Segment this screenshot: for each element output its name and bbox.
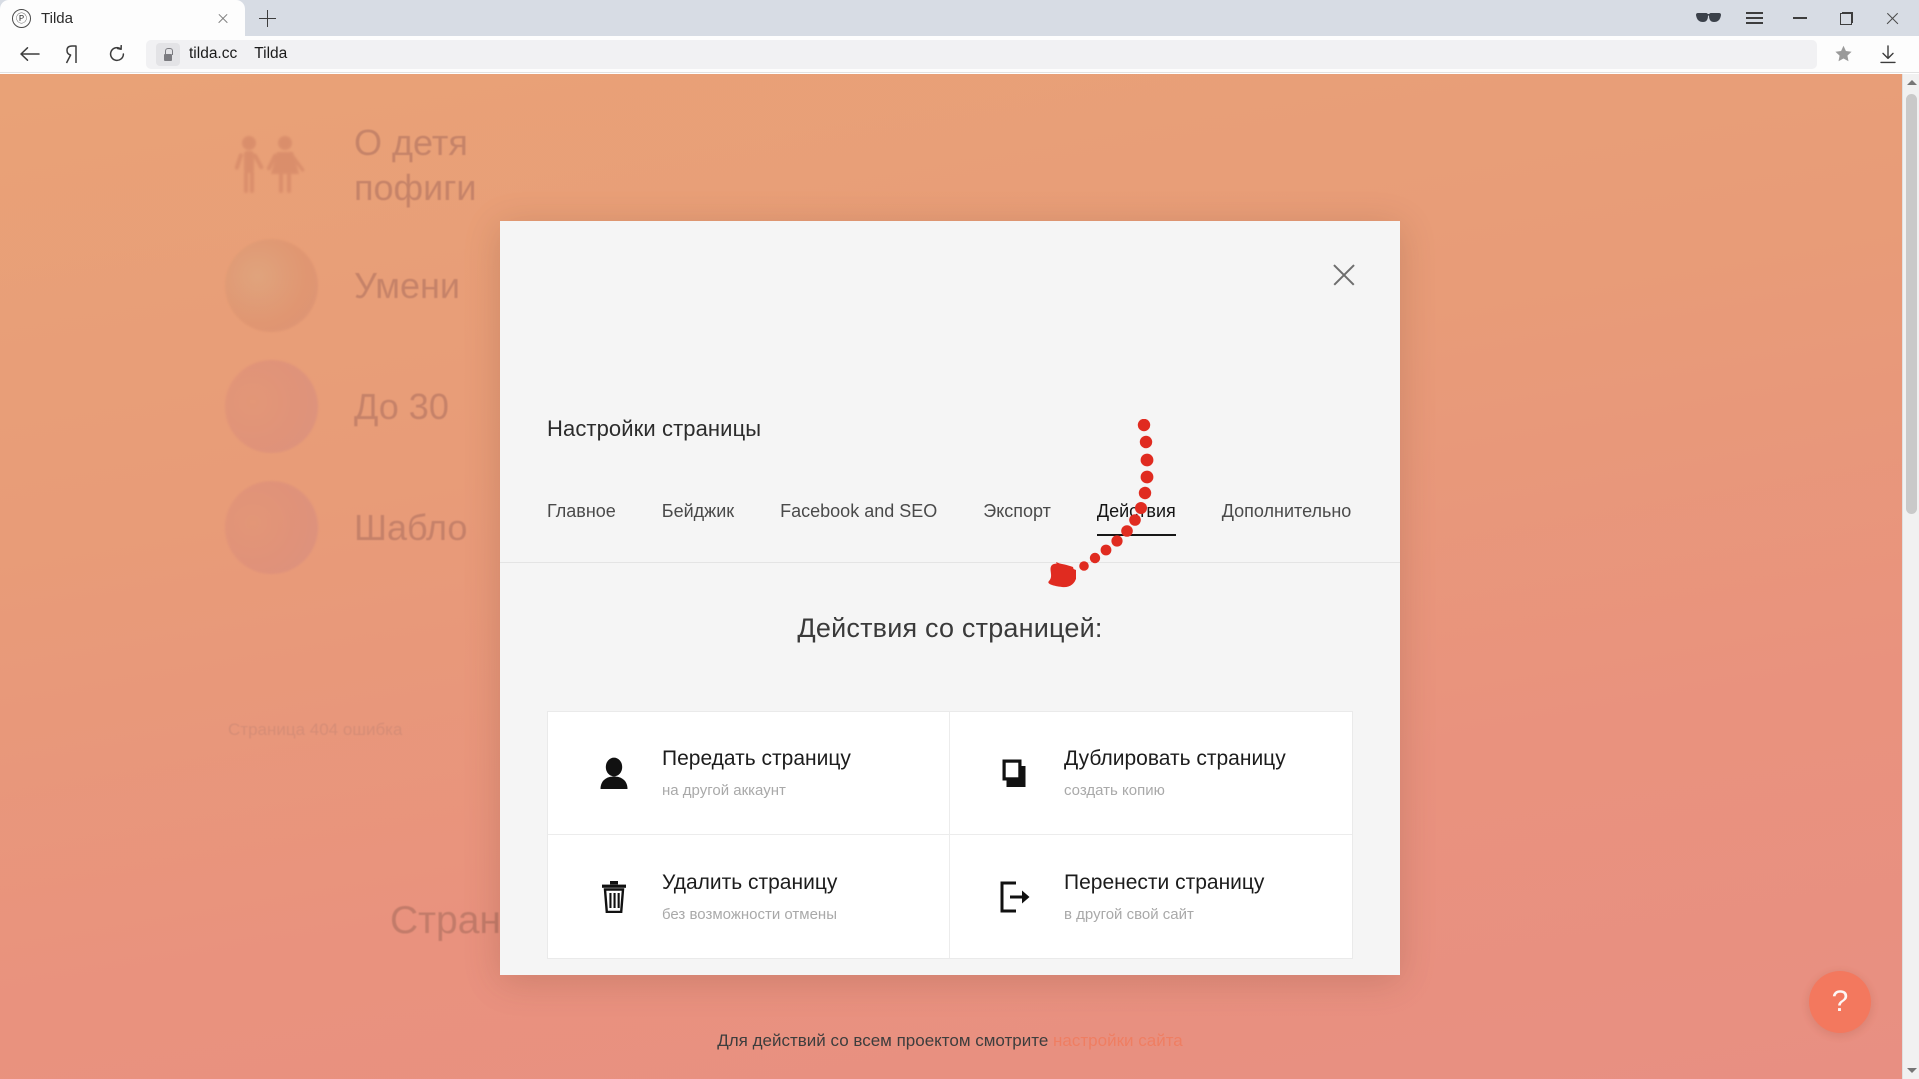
modal-footer: Для действий со всем проектом смотрите н… (500, 1031, 1400, 1051)
browser-tab-strip: Ⓟ Tilda (0, 0, 1919, 36)
person-svg (600, 757, 628, 789)
move-out-icon (996, 875, 1036, 919)
list-item-title: О детя пофиги (354, 121, 477, 208)
modal-tabs-divider (500, 562, 1400, 563)
glasses-icon-svg (1695, 12, 1721, 22)
page-scrollbar[interactable] (1902, 74, 1919, 1079)
minimize-icon[interactable] (1777, 0, 1823, 36)
tab-dopolnitelno[interactable]: Дополнительно (1199, 501, 1375, 536)
modal-title: Настройки страницы (547, 416, 762, 441)
tab-glavnoe[interactable]: Главное (547, 501, 639, 536)
copy-svg (1002, 759, 1026, 787)
back-arrow-svg (19, 47, 40, 61)
copy-icon (996, 751, 1036, 795)
action-card-duplicate-page[interactable]: Дублировать страницу создать копию (950, 712, 1352, 835)
actions-panel-heading: Действия со страницей: (797, 613, 1103, 643)
modal-tab-bar: Главное Бейджик Facebook and SEO Экспорт… (547, 501, 1375, 537)
url-host-text: tilda.cc (189, 45, 238, 62)
plus-icon[interactable] (245, 0, 289, 36)
download-svg (1880, 44, 1896, 63)
children-figures-svg (234, 135, 304, 193)
number-3-photo (225, 360, 318, 453)
action-label: Передать страницу (662, 747, 851, 770)
browser-tab[interactable]: Ⓟ Tilda (0, 0, 245, 36)
tab-facebook-seo[interactable]: Facebook and SEO (757, 501, 960, 536)
list-item[interactable]: О детя пофиги (225, 104, 1125, 225)
yandex-svg (65, 44, 77, 63)
children-holding-hands-icon (225, 118, 318, 211)
book-photo (225, 239, 318, 332)
action-card-transfer-page[interactable]: Передать страницу на другой аккаунт (548, 712, 950, 835)
reload-svg (109, 45, 125, 62)
browser-address-bar: tilda.cc Tilda (0, 36, 1919, 73)
close-icon[interactable] (213, 8, 233, 28)
page-viewport: О детя пофиги Умени До 30 Шабло Страница… (0, 74, 1919, 1079)
action-sublabel: в другой свой сайт (1064, 905, 1194, 923)
action-sublabel: создать копию (1064, 782, 1165, 799)
list-item-title: До 30 (354, 386, 449, 427)
scrollbar-thumb[interactable] (1906, 94, 1917, 514)
action-sublabel: на другой аккаунт (662, 782, 786, 799)
person-icon (594, 751, 634, 795)
tab-deystviya[interactable]: Действия (1074, 501, 1199, 537)
tilda-logo-icon: Ⓟ (12, 8, 31, 28)
star-svg (1834, 45, 1852, 62)
star-icon[interactable] (1823, 37, 1863, 71)
lock-icon[interactable] (156, 42, 180, 66)
modal-footer-text: Для действий со всем проектом смотрите (717, 1031, 1049, 1050)
scroll-up-icon[interactable] (1907, 80, 1917, 85)
download-icon[interactable] (1865, 37, 1911, 71)
reload-icon[interactable] (96, 37, 138, 71)
actions-card-grid: Передать страницу на другой аккаунт Дубл… (547, 711, 1353, 959)
help-button[interactable]: ? (1809, 971, 1871, 1033)
action-label: Дублировать страницу (1064, 747, 1286, 770)
back-arrow-icon[interactable] (8, 37, 50, 71)
trash-svg (602, 881, 626, 913)
browser-tab-title: Tilda (41, 9, 73, 27)
site-settings-link[interactable]: настройки сайта (1053, 1031, 1183, 1050)
page-footnote: Страница 404 ошибка (228, 720, 403, 739)
window-close-icon[interactable] (1869, 0, 1915, 36)
move-out-svg (1000, 881, 1030, 912)
action-card-move-page[interactable]: Перенести страницу в другой свой сайт (950, 835, 1352, 958)
action-card-delete-page[interactable]: Удалить страницу без возможности отмены (548, 835, 950, 958)
page-settings-modal: Настройки страницы Главное Бейджик Faceb… (500, 221, 1400, 1050)
number-3-photo (225, 481, 318, 574)
tab-eksport[interactable]: Экспорт (960, 501, 1074, 536)
window-controls (1685, 0, 1919, 36)
list-item-title: Шабло (354, 507, 468, 548)
glasses-icon[interactable] (1685, 0, 1731, 36)
scroll-down-icon[interactable] (1907, 1068, 1917, 1073)
list-item-title: Умени (354, 265, 461, 306)
action-label: Удалить страницу (662, 870, 838, 894)
modal-close-icon[interactable] (1324, 255, 1364, 295)
trash-icon (594, 875, 634, 919)
maximize-icon[interactable] (1823, 0, 1869, 36)
hamburger-menu-icon[interactable] (1731, 0, 1777, 36)
action-label: Перенести страницу (1064, 870, 1265, 894)
url-page-title: Tilda (254, 45, 288, 62)
browser-window: Ⓟ Tilda tilda.cc Tilda О детя пофиги Уме… (0, 0, 1919, 1079)
tab-beydzhik[interactable]: Бейджик (639, 501, 757, 536)
action-sublabel: без возможности отмены (662, 905, 837, 923)
yandex-logo-icon[interactable] (52, 37, 94, 71)
url-input[interactable]: tilda.cc Tilda (146, 39, 1817, 69)
